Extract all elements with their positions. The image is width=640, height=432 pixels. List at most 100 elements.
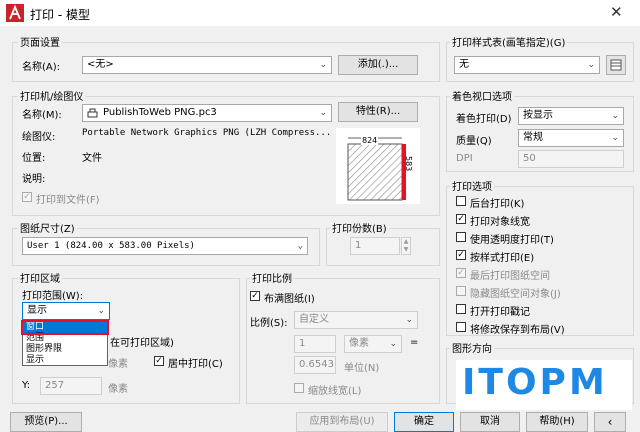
page-setup-label: 页面设置 bbox=[18, 34, 62, 49]
y-offset-input[interactable]: 257 bbox=[40, 377, 102, 395]
window-title: 打印 - 模型 bbox=[30, 8, 90, 22]
plot-option-label: 打印对象线宽 bbox=[470, 217, 530, 228]
equals-label: = bbox=[410, 337, 419, 348]
plot-offset-label: 在可打印区域) bbox=[110, 338, 174, 349]
quality-label: 质量(Q) bbox=[456, 136, 492, 147]
preview-button[interactable]: 预览(P)... bbox=[10, 412, 82, 432]
quality-value: 常规 bbox=[523, 132, 543, 143]
chevron-down-icon: ⌄ bbox=[97, 306, 105, 316]
fit-to-paper-checkbox[interactable]: ✓ bbox=[250, 291, 260, 301]
scale-den-unit-label: 单位(N) bbox=[344, 363, 380, 374]
paper-size-value: User 1 (824.00 x 583.00 Pixels) bbox=[27, 241, 195, 251]
plot-scale-label: 打印比例 bbox=[250, 270, 294, 285]
chevron-down-icon: ⌄ bbox=[405, 315, 413, 325]
dropdown-option-display[interactable]: 显示 bbox=[23, 355, 107, 366]
plotter-label: 绘图仪: bbox=[22, 132, 56, 143]
printer-group-label: 打印机/绘图仪 bbox=[18, 88, 86, 103]
location-value: 文件 bbox=[82, 153, 102, 164]
chevron-down-icon: ⌄ bbox=[611, 111, 619, 121]
title-bar bbox=[0, 0, 640, 26]
chevron-down-icon: ⌄ bbox=[297, 241, 303, 251]
y-unit-label: 像素 bbox=[108, 384, 128, 395]
style-table-label: 打印样式表(画笔指定)(G) bbox=[450, 34, 568, 49]
plot-option-label: 使用透明度打印(T) bbox=[470, 235, 554, 246]
dropdown-option-window[interactable]: 窗口 bbox=[21, 320, 109, 335]
location-label: 位置: bbox=[22, 153, 46, 164]
checkbox[interactable]: ✓ bbox=[456, 214, 466, 224]
fit-to-paper-label: 布满图纸(I) bbox=[264, 294, 315, 305]
printer-icon bbox=[87, 108, 98, 118]
orientation-label: 图形方向 bbox=[450, 340, 494, 355]
dpi-input[interactable]: 50 bbox=[518, 150, 624, 168]
chevron-down-icon: ⌄ bbox=[611, 133, 619, 143]
plot-area-label: 打印区域 bbox=[18, 270, 62, 285]
print-to-file-label: 打印到文件(F) bbox=[36, 195, 100, 206]
edit-table-icon bbox=[610, 59, 622, 71]
center-plot-label: 居中打印(C) bbox=[168, 359, 223, 370]
add-button[interactable]: 添加(.)... bbox=[338, 55, 418, 75]
printer-name-label: 名称(M): bbox=[22, 110, 62, 121]
chevron-left-icon: ‹ bbox=[607, 415, 613, 429]
apply-to-layout-button[interactable]: 应用到布局(U) bbox=[296, 412, 388, 432]
chevron-down-icon: ⌄ bbox=[319, 60, 327, 70]
expand-button[interactable]: ‹ bbox=[594, 412, 626, 432]
plot-range-combo[interactable]: 显示 ⌄ bbox=[22, 302, 110, 320]
shade-plot-combo[interactable]: 按显示 ⌄ bbox=[518, 107, 624, 125]
ok-button[interactable]: 确定 bbox=[394, 412, 454, 432]
checkbox[interactable] bbox=[456, 322, 466, 332]
plot-option-label: 按样式打印(E) bbox=[470, 253, 535, 264]
chevron-down-icon: ⌄ bbox=[389, 339, 397, 349]
style-table-value: 无 bbox=[459, 59, 469, 70]
checkbox: ✓ bbox=[456, 268, 466, 278]
copies-input[interactable]: 1 bbox=[350, 237, 400, 255]
shaded-label: 着色视口选项 bbox=[450, 88, 514, 103]
checkbox[interactable] bbox=[456, 196, 466, 206]
page-setup-name-combo[interactable]: <无> ⌄ bbox=[82, 56, 332, 74]
page-setup-name-value: <无> bbox=[87, 59, 114, 70]
plot-option-label: 后台打印(K) bbox=[470, 199, 525, 210]
checkbox[interactable] bbox=[456, 304, 466, 314]
edit-style-button[interactable] bbox=[606, 55, 626, 75]
printer-name-value: PublishToWeb PNG.pc3 bbox=[103, 107, 217, 118]
y-offset-label: Y: bbox=[22, 380, 31, 391]
checkbox bbox=[456, 286, 466, 296]
scale-unit-combo[interactable]: 像素 ⌄ bbox=[344, 335, 402, 353]
cancel-button[interactable]: 取消 bbox=[460, 412, 520, 432]
paper-size-combo[interactable]: User 1 (824.00 x 583.00 Pixels) ⌄ bbox=[22, 237, 308, 255]
plot-option-label: 将修改保存到布局(V) bbox=[470, 325, 565, 336]
autocad-icon bbox=[6, 4, 24, 22]
quality-combo[interactable]: 常规 ⌄ bbox=[518, 129, 624, 147]
center-plot-checkbox[interactable]: ✓ bbox=[154, 356, 164, 366]
description-label: 说明: bbox=[22, 174, 46, 185]
help-button[interactable]: 帮助(H) bbox=[526, 412, 588, 432]
scale-den-input[interactable]: 0.6543 bbox=[294, 356, 336, 374]
printer-name-combo[interactable]: PublishToWeb PNG.pc3 ⌄ bbox=[82, 104, 332, 122]
page-setup-name-label: 名称(A): bbox=[22, 62, 61, 73]
scale-combo[interactable]: 自定义 ⌄ bbox=[294, 311, 418, 329]
scale-num-input[interactable]: 1 bbox=[294, 335, 336, 353]
scale-label: 比例(S): bbox=[250, 318, 288, 329]
scale-unit-value: 像素 bbox=[349, 338, 369, 349]
chevron-down-icon: ⌄ bbox=[319, 108, 327, 118]
dropdown-option-extents[interactable]: 范围 bbox=[23, 333, 107, 344]
scale-lineweight-label: 缩放线宽(L) bbox=[308, 386, 362, 397]
checkbox[interactable] bbox=[456, 232, 466, 242]
x-unit-label: 像素 bbox=[108, 359, 128, 370]
copies-label: 打印份数(B) bbox=[330, 220, 389, 235]
properties-button[interactable]: 特性(R)... bbox=[338, 102, 418, 122]
plot-range-dropdown: 窗口 范围 图形界限 显示 bbox=[21, 320, 109, 366]
shade-plot-label: 着色打印(D) bbox=[456, 114, 512, 125]
plot-option-label: 打开打印戳记 bbox=[470, 307, 530, 318]
checkbox[interactable]: ✓ bbox=[456, 250, 466, 260]
chevron-down-icon: ⌄ bbox=[587, 60, 595, 70]
plot-range-value: 显示 bbox=[27, 305, 47, 316]
close-icon[interactable]: ✕ bbox=[610, 3, 623, 21]
plot-option-label: 隐藏图纸空间对象(J) bbox=[470, 289, 561, 300]
plot-range-label: 打印范围(W): bbox=[22, 291, 84, 302]
style-table-combo[interactable]: 无 ⌄ bbox=[454, 56, 600, 74]
dropdown-option-limits[interactable]: 图形界限 bbox=[23, 344, 107, 355]
scale-value: 自定义 bbox=[299, 314, 329, 325]
preview-height-label: 583 bbox=[404, 156, 413, 172]
copies-spinner[interactable]: ▲ ▼ bbox=[401, 237, 411, 255]
shade-plot-value: 按显示 bbox=[523, 110, 553, 121]
